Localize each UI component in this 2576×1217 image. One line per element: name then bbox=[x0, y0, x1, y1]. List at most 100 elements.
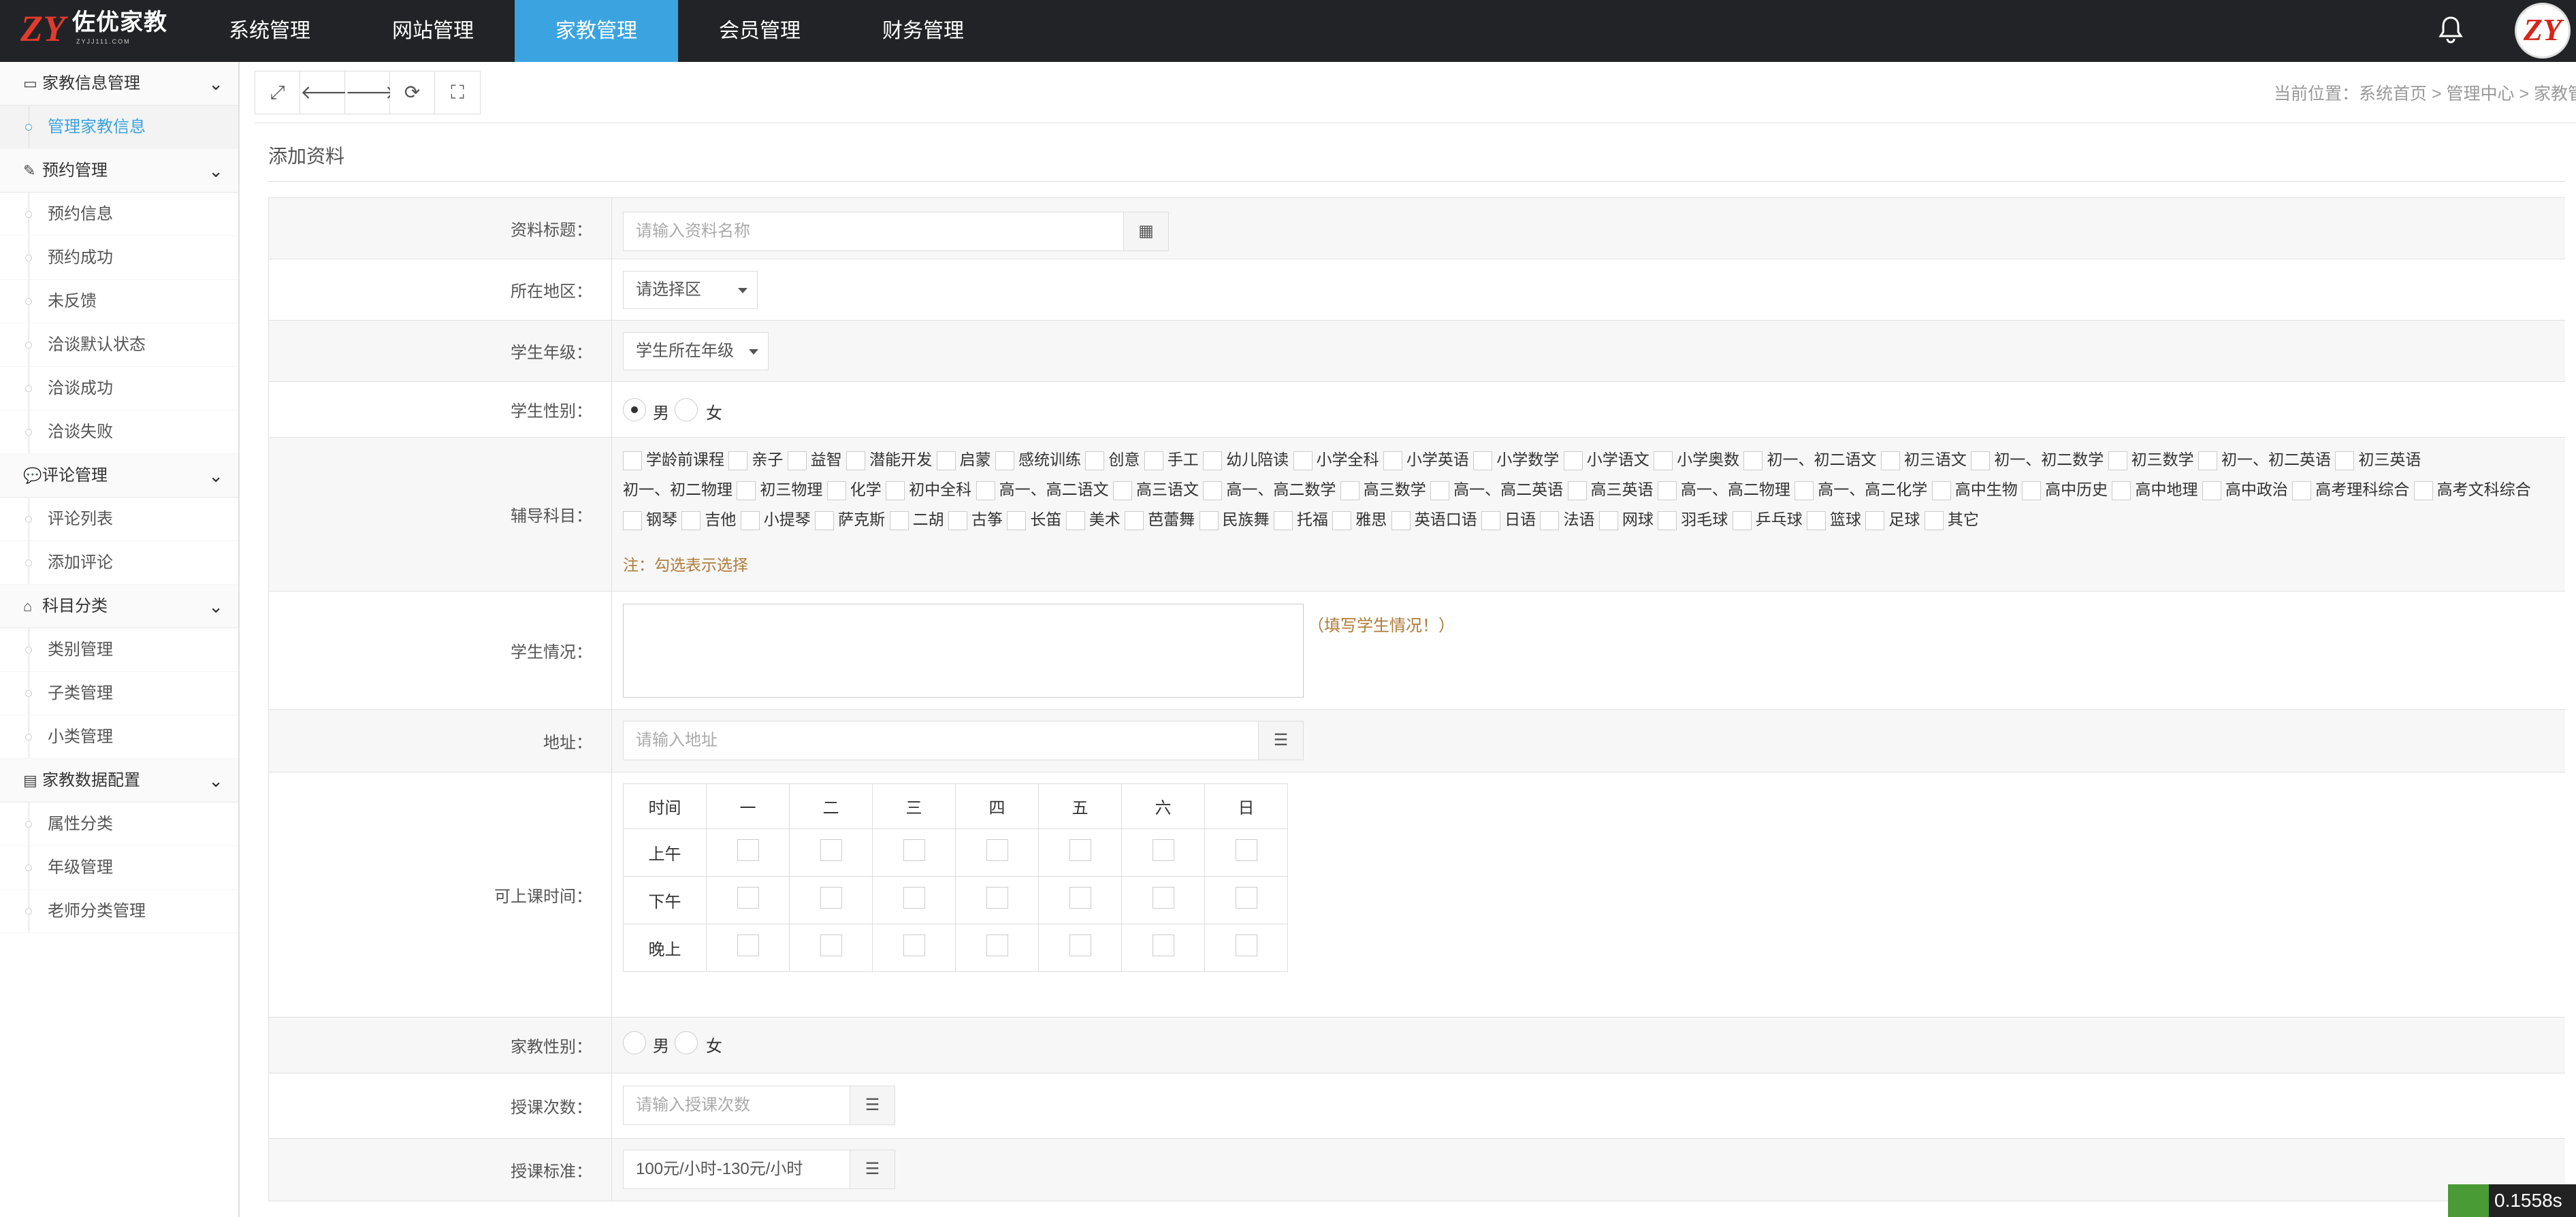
sidebar-item[interactable]: 添加评论 bbox=[0, 541, 238, 585]
subject-checkbox[interactable] bbox=[1273, 510, 1293, 530]
subject-option[interactable]: 高中历史 bbox=[2022, 477, 2108, 502]
subject-option[interactable]: 高三英语 bbox=[1567, 477, 1654, 502]
subject-option[interactable]: 钢琴 bbox=[623, 507, 677, 532]
schedule-checkbox[interactable] bbox=[820, 887, 842, 909]
subject-checkbox[interactable] bbox=[1567, 481, 1587, 500]
subject-option[interactable]: 初三物理 bbox=[737, 477, 822, 502]
subject-checkbox[interactable] bbox=[1125, 510, 1144, 530]
list-icon[interactable]: ☰ bbox=[1259, 721, 1304, 760]
sidebar-item[interactable]: 属性分类 bbox=[0, 802, 238, 846]
subject-option[interactable]: 高一、高二英语 bbox=[1430, 477, 1563, 502]
subject-checkbox[interactable] bbox=[1065, 510, 1085, 530]
sidebar-group-3[interactable]: ⌂ 科目分类 ⌄ bbox=[0, 585, 238, 628]
expand-icon[interactable]: ⤢ bbox=[255, 71, 300, 114]
subject-checkbox[interactable] bbox=[1293, 451, 1313, 470]
schedule-checkbox[interactable] bbox=[903, 887, 925, 909]
nav-item-4[interactable]: 财务管理 bbox=[841, 0, 1005, 62]
schedule-checkbox[interactable] bbox=[1152, 839, 1174, 861]
subject-checkbox[interactable] bbox=[936, 451, 956, 470]
schedule-checkbox[interactable] bbox=[903, 935, 925, 956]
sidebar-group-4[interactable]: ▤ 家教数据配置 ⌄ bbox=[0, 759, 238, 802]
subject-checkbox[interactable] bbox=[815, 510, 835, 530]
subject-option[interactable]: 篮球 bbox=[1807, 507, 1861, 532]
subject-checkbox[interactable] bbox=[1199, 510, 1219, 530]
schedule-checkbox[interactable] bbox=[1235, 935, 1257, 956]
female-radio[interactable] bbox=[675, 398, 698, 421]
subject-option[interactable]: 高中政治 bbox=[2202, 477, 2288, 502]
subject-option[interactable]: 启蒙 bbox=[936, 447, 991, 472]
subject-option[interactable]: 初中全科 bbox=[886, 477, 971, 502]
subject-checkbox[interactable] bbox=[1203, 451, 1223, 470]
subject-checkbox[interactable] bbox=[1732, 510, 1752, 530]
subject-checkbox[interactable] bbox=[1794, 481, 1814, 500]
subject-option[interactable]: 法语 bbox=[1540, 507, 1594, 532]
subject-option[interactable]: 小学全科 bbox=[1293, 447, 1379, 472]
brand-logo[interactable]: ZY 佐优家教 ZYJJ111.COM bbox=[20, 5, 177, 56]
subject-option[interactable]: 日语 bbox=[1481, 507, 1536, 532]
subject-option[interactable]: 高考文科综合 bbox=[2413, 477, 2531, 502]
sidebar-item[interactable]: 年级管理 bbox=[0, 846, 238, 890]
subject-option[interactable]: 亲子 bbox=[728, 447, 783, 472]
subject-option[interactable]: 乒乓球 bbox=[1732, 507, 1803, 532]
grade-select[interactable]: 学生所在年级 bbox=[623, 332, 769, 370]
subject-checkbox[interactable] bbox=[2413, 481, 2433, 500]
subject-option[interactable]: 创意 bbox=[1085, 447, 1140, 472]
subject-option[interactable]: 小学语文 bbox=[1563, 447, 1649, 472]
subject-checkbox[interactable] bbox=[1391, 510, 1411, 530]
subject-checkbox[interactable] bbox=[1203, 481, 1223, 500]
address-input[interactable]: 请输入地址 bbox=[623, 721, 1259, 760]
subject-checkbox[interactable] bbox=[826, 481, 846, 500]
sidebar-item[interactable]: 洽谈成功 bbox=[0, 367, 238, 410]
male-radio[interactable] bbox=[623, 398, 646, 421]
subject-option[interactable]: 高考理科综合 bbox=[2292, 477, 2409, 502]
schedule-checkbox[interactable] bbox=[1069, 935, 1091, 956]
subject-option[interactable]: 学龄前课程 bbox=[623, 447, 724, 472]
subject-checkbox[interactable] bbox=[1654, 451, 1673, 470]
subject-option[interactable]: 初一、初二数学 bbox=[1971, 447, 2104, 472]
subject-option[interactable]: 高三数学 bbox=[1340, 477, 1426, 502]
subject-option[interactable]: 手工 bbox=[1144, 447, 1199, 472]
nav-item-0[interactable]: 系统管理 bbox=[188, 0, 351, 62]
subject-checkbox[interactable] bbox=[787, 451, 807, 470]
subject-option[interactable]: 小提琴 bbox=[740, 507, 811, 532]
subject-checkbox[interactable] bbox=[1657, 481, 1677, 500]
lesson-count-input[interactable]: 请输入授课次数 bbox=[623, 1086, 850, 1125]
user-avatar[interactable]: ZY bbox=[2515, 3, 2571, 59]
subject-checkbox[interactable] bbox=[1085, 451, 1105, 470]
subject-option[interactable]: 足球 bbox=[1865, 507, 1920, 532]
subject-checkbox[interactable] bbox=[1540, 510, 1560, 530]
subject-checkbox[interactable] bbox=[948, 510, 967, 530]
subject-checkbox[interactable] bbox=[740, 510, 760, 530]
subject-checkbox[interactable] bbox=[1473, 451, 1493, 470]
subject-checkbox[interactable] bbox=[846, 451, 866, 470]
subject-checkbox[interactable] bbox=[1743, 451, 1763, 470]
nav-item-2[interactable]: 家教管理 bbox=[515, 0, 678, 62]
schedule-checkbox[interactable] bbox=[1069, 839, 1091, 861]
subject-option[interactable]: 潜能开发 bbox=[846, 447, 932, 472]
schedule-checkbox[interactable] bbox=[903, 839, 925, 861]
subject-checkbox[interactable] bbox=[681, 510, 701, 530]
sidebar-group-0[interactable]: ▭ 家教信息管理 ⌄ bbox=[0, 62, 238, 106]
subject-option[interactable]: 其它 bbox=[1924, 507, 1979, 532]
subject-checkbox[interactable] bbox=[886, 481, 905, 500]
subject-checkbox[interactable] bbox=[2202, 481, 2221, 500]
refresh-icon[interactable]: ⟳ bbox=[390, 71, 435, 114]
sidebar-item[interactable]: 洽谈失败 bbox=[0, 410, 238, 454]
nav-item-1[interactable]: 网站管理 bbox=[351, 0, 515, 62]
subject-option[interactable]: 初一、初二物理 bbox=[623, 477, 732, 502]
subject-checkbox[interactable] bbox=[995, 451, 1014, 470]
region-select[interactable]: 请选择区 bbox=[623, 271, 758, 309]
subject-option[interactable]: 高一、高二物理 bbox=[1657, 477, 1790, 502]
subject-checkbox[interactable] bbox=[728, 451, 748, 470]
subject-checkbox[interactable] bbox=[623, 451, 642, 470]
sidebar-item[interactable]: 预约信息 bbox=[0, 193, 238, 236]
subject-checkbox[interactable] bbox=[1807, 510, 1826, 530]
subject-option[interactable]: 美术 bbox=[1065, 507, 1121, 532]
subject-option[interactable]: 芭蕾舞 bbox=[1125, 507, 1195, 532]
subject-option[interactable]: 高三语文 bbox=[1112, 477, 1199, 502]
subject-option[interactable]: 萨克斯 bbox=[815, 507, 885, 532]
subject-checkbox[interactable] bbox=[1007, 510, 1027, 530]
subject-option[interactable]: 初一、初二英语 bbox=[2198, 447, 2331, 472]
subject-checkbox[interactable] bbox=[1865, 510, 1885, 530]
sidebar-item[interactable]: 子类管理 bbox=[0, 672, 238, 715]
